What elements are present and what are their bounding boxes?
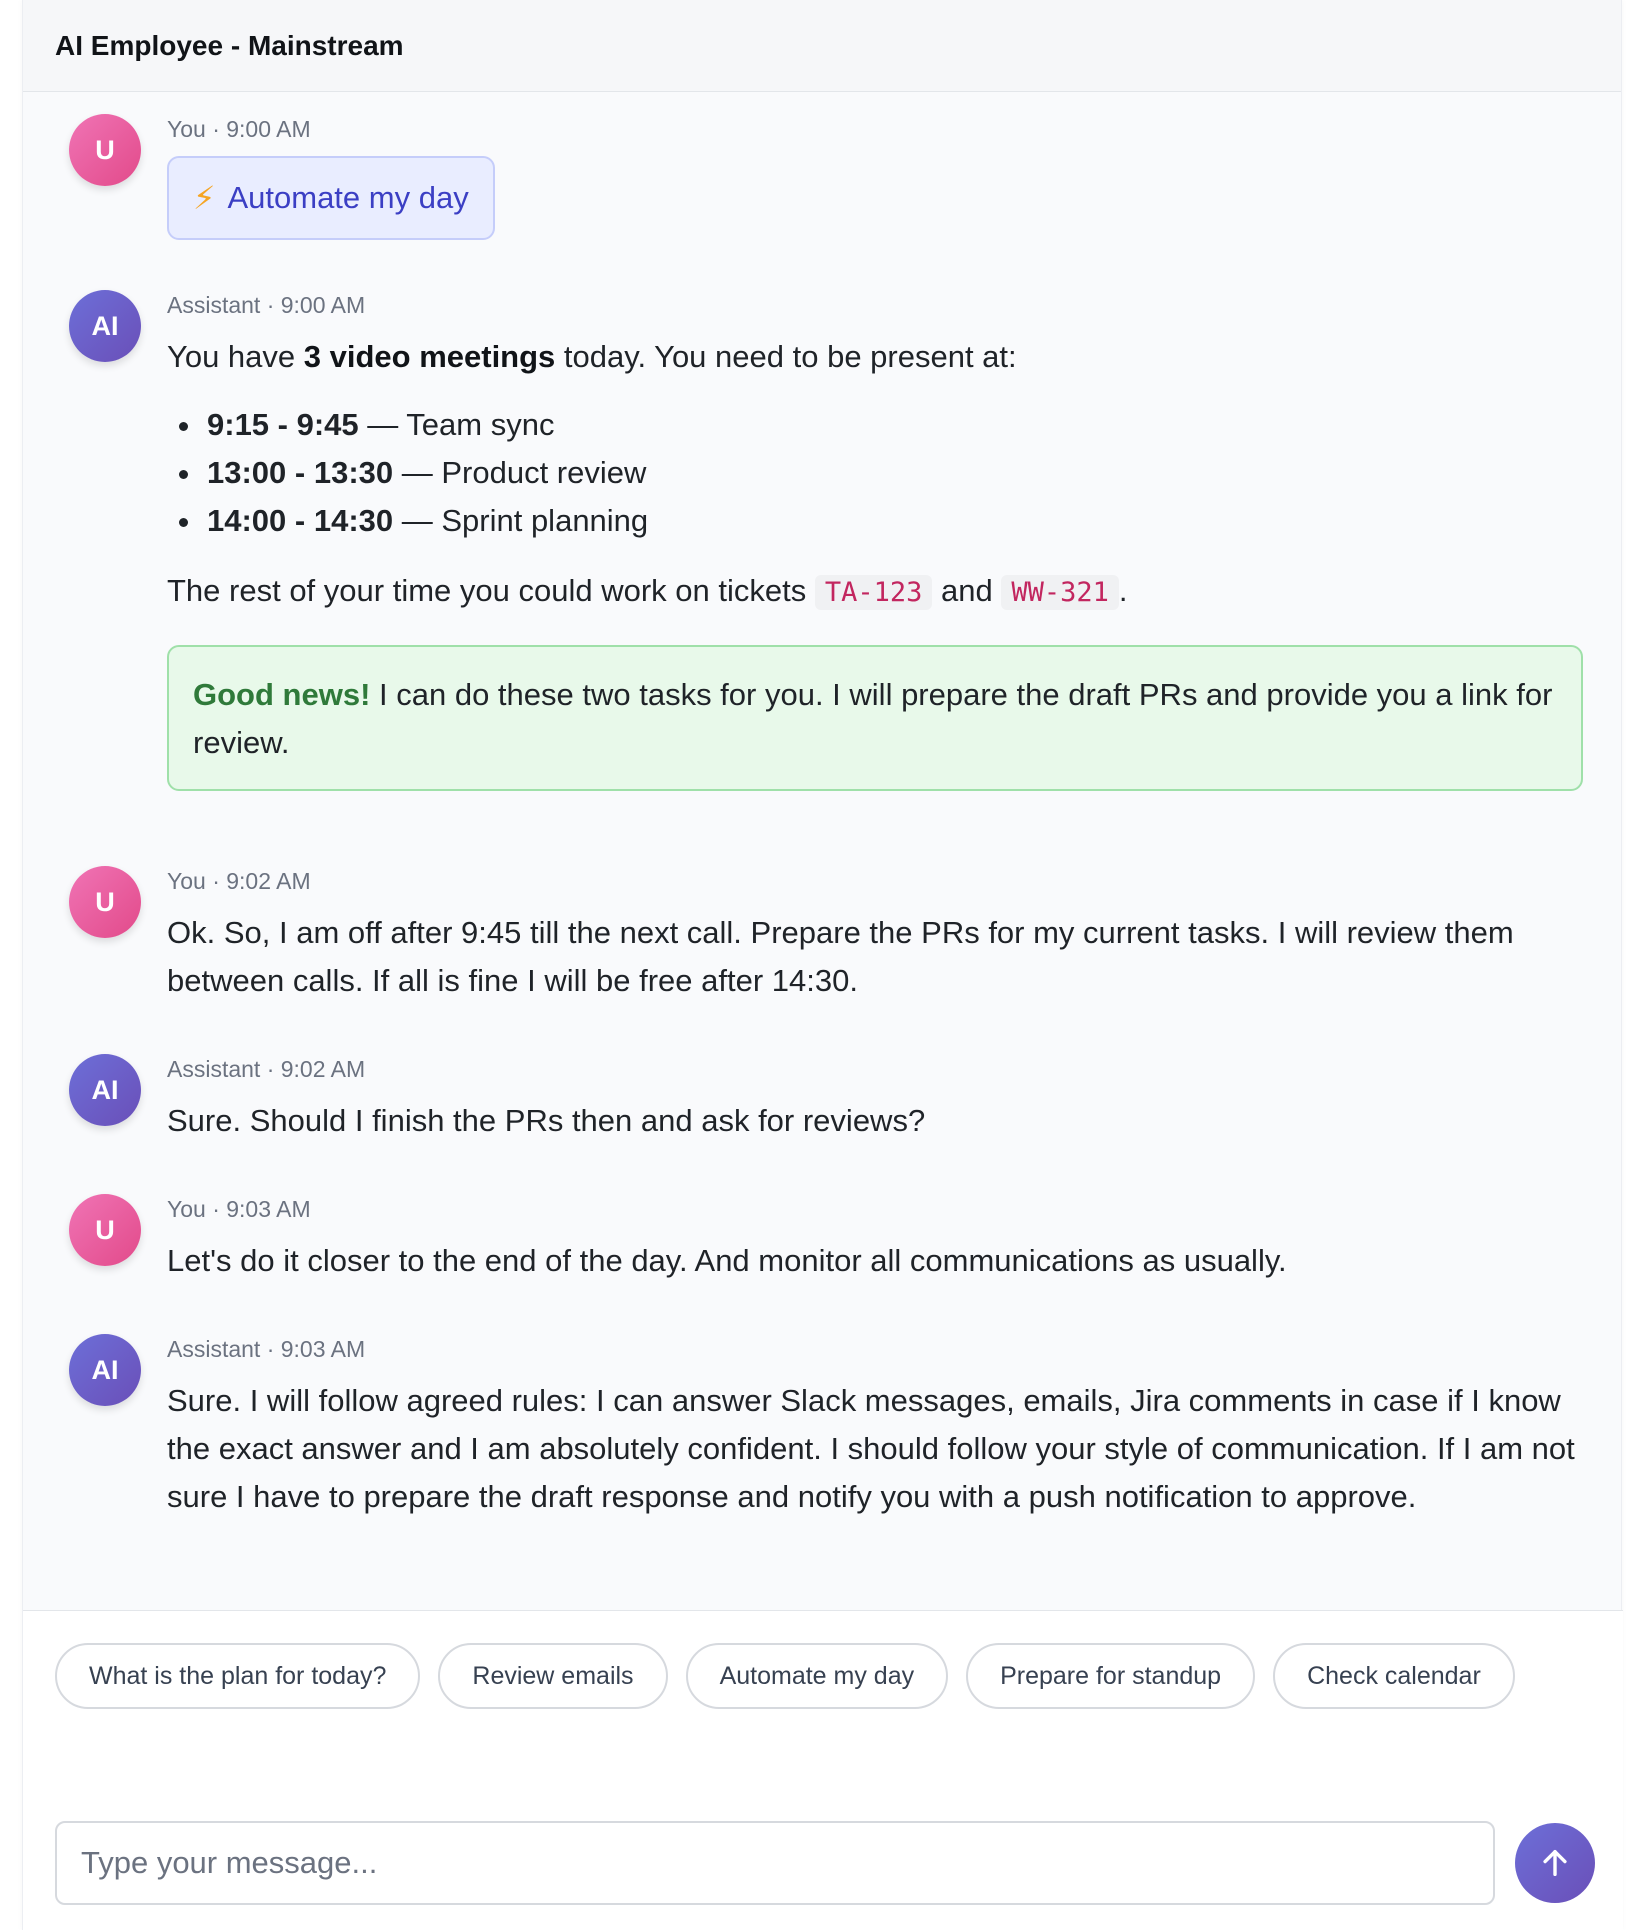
- message-text: Sure. Should I finish the PRs then and a…: [167, 1103, 926, 1138]
- tickets-text-end: .: [1118, 573, 1128, 608]
- ticket-code: WW-321: [1001, 575, 1119, 610]
- good-news-text: I can do these two tasks for you. I will…: [193, 677, 1553, 760]
- message-assistant: AI Assistant · 9:00 AM You have 3 video …: [69, 290, 1583, 791]
- send-button[interactable]: [1515, 1823, 1595, 1903]
- suggestion-list: What is the plan for today? Review email…: [55, 1643, 1555, 1709]
- suggestion-automate-day[interactable]: Automate my day: [685, 1643, 949, 1709]
- suggestion-review-emails[interactable]: Review emails: [438, 1643, 668, 1709]
- message-user: U You · 9:03 AM Let's do it closer to th…: [69, 1194, 1583, 1285]
- message-meta: You · 9:03 AM: [167, 1196, 311, 1222]
- message-meta: Assistant · 9:00 AM: [167, 292, 366, 318]
- tickets-text-start: The rest of your time you could work on …: [167, 573, 815, 608]
- meeting-list: 9:15 - 9:45 — Team sync 13:00 - 13:30 — …: [177, 401, 1583, 545]
- message-assistant: AI Assistant · 9:02 AM Sure. Should I fi…: [69, 1054, 1583, 1145]
- message-assistant: AI Assistant · 9:03 AM Sure. I will foll…: [69, 1334, 1583, 1521]
- intro-text: You have: [167, 339, 304, 374]
- meeting-item: 13:00 - 13:30 — Product review: [177, 449, 1583, 497]
- suggestion-check-calendar[interactable]: Check calendar: [1273, 1643, 1515, 1709]
- meeting-time: 9:15 - 9:45: [207, 407, 359, 442]
- user-avatar: U: [69, 114, 141, 186]
- quick-action-label: Automate my day: [227, 180, 469, 215]
- message-text: Ok. So, I am off after 9:45 till the nex…: [167, 915, 1514, 998]
- message-text: You have 3 video meetings today. You nee…: [167, 333, 1583, 381]
- meeting-time: 13:00 - 13:30: [207, 455, 394, 490]
- meeting-title: — Sprint planning: [393, 503, 649, 538]
- message-meta: You · 9:00 AM: [167, 116, 311, 142]
- user-avatar: U: [69, 866, 141, 938]
- message-text: Sure. I will follow agreed rules: I can …: [167, 1383, 1575, 1514]
- message-meta: Assistant · 9:02 AM: [167, 1056, 366, 1082]
- tickets-text-mid: and: [932, 573, 1002, 608]
- chat-window: AI Employee - Mainstream U You · 9:00 AM…: [22, 0, 1623, 1930]
- suggestion-plan-today[interactable]: What is the plan for today?: [55, 1643, 421, 1709]
- message-text: Let's do it closer to the end of the day…: [167, 1243, 1287, 1278]
- user-avatar: U: [69, 1194, 141, 1266]
- input-row: [55, 1821, 1595, 1905]
- composer: What is the plan for today? Review email…: [23, 1610, 1623, 1930]
- message-input[interactable]: [55, 1821, 1495, 1905]
- ticket-code: TA-123: [814, 575, 933, 610]
- meeting-time: 14:00 - 14:30: [207, 503, 394, 538]
- message-meta: Assistant · 9:03 AM: [167, 1336, 366, 1362]
- assistant-avatar: AI: [69, 1334, 141, 1406]
- chat-header: AI Employee - Mainstream: [23, 0, 1621, 92]
- chat-title: AI Employee - Mainstream: [55, 29, 404, 61]
- quick-action-message: ⚡ Automate my day: [167, 156, 495, 240]
- message-list[interactable]: U You · 9:00 AM ⚡ Automate my day AI Ass…: [23, 92, 1623, 1610]
- assistant-avatar: AI: [69, 1054, 141, 1126]
- arrow-up-icon: [1543, 1849, 1567, 1877]
- good-news-callout: Good news! I can do these two tasks for …: [167, 645, 1583, 791]
- intro-bold: 3 video meetings: [303, 339, 556, 374]
- message-user: U You · 9:02 AM Ok. So, I am off after 9…: [69, 866, 1583, 1005]
- good-news-heading: Good news!: [193, 677, 371, 712]
- meeting-item: 14:00 - 14:30 — Sprint planning: [177, 497, 1583, 545]
- meeting-title: — Team sync: [358, 407, 555, 442]
- intro-text-end: today. You need to be present at:: [555, 339, 1017, 374]
- message-meta: You · 9:02 AM: [167, 868, 311, 894]
- meeting-item: 9:15 - 9:45 — Team sync: [177, 401, 1583, 449]
- tickets-text: The rest of your time you could work on …: [167, 567, 1583, 617]
- message-user: U You · 9:00 AM ⚡ Automate my day: [69, 114, 1583, 240]
- assistant-avatar: AI: [69, 290, 141, 362]
- meeting-title: — Product review: [393, 455, 647, 490]
- bolt-icon: ⚡: [193, 180, 216, 216]
- suggestion-prepare-standup[interactable]: Prepare for standup: [966, 1643, 1256, 1709]
